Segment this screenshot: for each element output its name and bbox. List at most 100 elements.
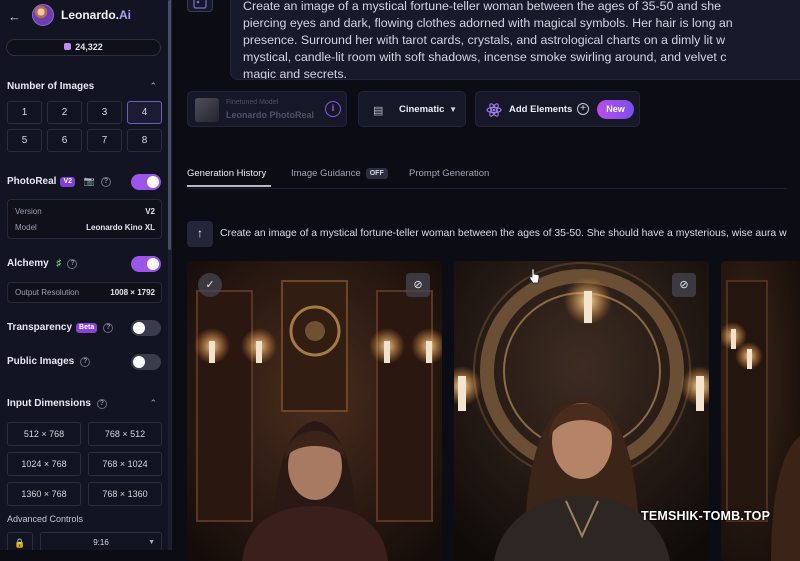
num-images-option[interactable]: 1 — [7, 101, 42, 124]
photoreal-row: PhotoReal V2 📷? — [7, 176, 112, 187]
generated-image-art — [187, 261, 442, 561]
model-name: Leonardo PhotoReal — [226, 110, 315, 120]
photoreal-toggle[interactable] — [131, 174, 161, 190]
chevron-up-icon[interactable]: ⌃ — [149, 81, 157, 92]
num-images-option[interactable]: 2 — [47, 101, 82, 124]
plus-circle-icon: + — [577, 103, 589, 115]
tab-image-guidance-label: Image Guidance — [291, 168, 361, 179]
aspect-ratio-value: 9:16 — [93, 538, 109, 547]
toggle-knob — [147, 258, 159, 270]
public-images-row: Public Images? — [7, 356, 91, 367]
image-prompt-button[interactable] — [187, 0, 213, 12]
help-icon[interactable]: ? — [80, 357, 91, 367]
dimension-option[interactable]: 512 × 768 — [7, 422, 81, 446]
camera-icon: 📷 — [83, 176, 96, 186]
model-thumbnail — [195, 98, 219, 122]
app-name-accent: Ai — [119, 8, 132, 22]
check-icon: ✓ — [205, 279, 215, 291]
transparency-toggle[interactable] — [131, 320, 161, 336]
app-logo[interactable]: Leonardo.Ai — [61, 8, 131, 22]
dimension-option[interactable]: 768 × 1024 — [88, 452, 162, 476]
image-guidance-off-badge: OFF — [365, 168, 388, 179]
model-caption: Finetuned Model — [226, 99, 279, 106]
photoreal-version-row: Version V2 — [8, 203, 161, 219]
toggle-knob — [133, 356, 145, 368]
advanced-controls-title: Advanced Controls — [7, 514, 84, 524]
num-images-option[interactable]: 3 — [87, 101, 122, 124]
aspect-lock-button[interactable]: 🔒 — [7, 532, 33, 550]
style-value: Cinematic — [399, 104, 445, 115]
token-balance[interactable]: 24,322 — [6, 39, 161, 56]
lock-icon: 🔒 — [14, 538, 26, 548]
image-icon — [193, 0, 207, 9]
number-of-images-title: Number of Images — [7, 81, 95, 92]
prompt-line: Create an image of a mystical fortune-te… — [243, 0, 722, 13]
generation-entry-header: ↑ Create an image of a mystical fortune-… — [187, 221, 800, 249]
sidebar-scrollbar[interactable] — [168, 0, 171, 550]
version-value: V2 — [145, 207, 155, 216]
generation-prompt-text[interactable]: Create an image of a mystical fortune-te… — [220, 228, 787, 239]
tab-image-guidance[interactable]: Image Guidance OFF — [291, 168, 388, 179]
dimension-option[interactable]: 1360 × 768 — [7, 482, 81, 506]
add-elements-label: Add Elements — [509, 104, 573, 115]
reuse-prompt-button[interactable]: ↑ — [187, 221, 213, 247]
model-value: Leonardo Kino XL — [86, 223, 155, 232]
help-icon[interactable]: ? — [103, 323, 114, 333]
output-resolution: Output Resolution 1008 × 1792 — [7, 282, 162, 303]
alchemy-toggle[interactable] — [131, 256, 161, 272]
style-dropdown[interactable]: ▤ Cinematic ▼ — [358, 91, 466, 127]
alchemy-row: Alchemy ♯? — [7, 258, 78, 269]
main-area: Create an image of a mystical fortune-te… — [173, 0, 800, 561]
eye-off-icon: ⊘ — [413, 279, 423, 291]
number-of-images-grid: 1 2 3 4 5 6 7 8 — [7, 101, 163, 152]
prompt-input[interactable]: Create an image of a mystical fortune-te… — [230, 0, 800, 80]
tab-generation-history[interactable]: Generation History — [187, 168, 266, 179]
finetuned-model-selector[interactable]: Finetuned Model Leonardo PhotoReal i — [187, 91, 347, 127]
num-images-option-selected[interactable]: 4 — [127, 101, 162, 124]
dimension-option[interactable]: 768 × 512 — [88, 422, 162, 446]
num-images-option[interactable]: 6 — [47, 129, 82, 152]
generated-image[interactable]: ✓ ⊘ — [187, 261, 442, 561]
num-images-option[interactable]: 7 — [87, 129, 122, 152]
generation-tabs: Generation History Image Guidance OFF Pro… — [187, 164, 787, 189]
dimension-option[interactable]: 768 × 1360 — [88, 482, 162, 506]
eye-off-icon: ⊘ — [679, 279, 689, 291]
transparency-label: Transparency — [7, 322, 73, 333]
prompt-line: mystical, candle-lit room with soft shad… — [243, 50, 727, 64]
model-info-icon[interactable]: i — [325, 101, 341, 117]
tab-prompt-generation[interactable]: Prompt Generation — [409, 168, 489, 179]
beta-badge: Beta — [76, 323, 98, 333]
num-images-option[interactable]: 8 — [127, 129, 162, 152]
photoreal-version-badge: V2 — [60, 177, 76, 187]
help-icon[interactable]: ? — [101, 177, 112, 187]
aspect-ratio-select[interactable]: 9:16 ▼ — [40, 532, 162, 550]
mouse-hand-cursor-icon — [529, 268, 540, 284]
help-icon[interactable]: ? — [96, 399, 107, 409]
atom-icon — [486, 103, 502, 117]
output-resolution-value: 1008 × 1792 — [110, 288, 155, 297]
photoreal-settings[interactable]: Version V2 Model Leonardo Kino XL — [7, 199, 162, 239]
sidebar: ← Leonardo.Ai 24,322 Number of Images ⌃ … — [0, 0, 172, 550]
transparency-row: Transparency Beta? — [7, 322, 114, 333]
token-icon — [64, 43, 72, 50]
app-name: Leonardo. — [61, 8, 120, 22]
output-resolution-row: Output Resolution 1008 × 1792 — [8, 284, 161, 300]
public-images-toggle[interactable] — [131, 354, 161, 370]
active-tab-indicator — [187, 185, 271, 187]
hide-image-button[interactable]: ⊘ — [672, 273, 696, 297]
input-dimensions-title: Input Dimensions — [7, 398, 91, 409]
back-arrow-icon[interactable]: ← — [8, 9, 21, 24]
dimension-option[interactable]: 1024 × 768 — [7, 452, 81, 476]
model-label: Model — [15, 223, 37, 232]
chevron-up-icon[interactable]: ⌃ — [149, 398, 157, 409]
select-image-button[interactable]: ✓ — [198, 273, 222, 297]
add-elements-button[interactable]: Add Elements + New — [475, 91, 640, 127]
input-dimensions-grid: 512 × 768 768 × 512 1024 × 768 768 × 102… — [7, 422, 162, 506]
photoreal-label: PhotoReal — [7, 176, 57, 187]
sidebar-scrollbar-thumb[interactable] — [168, 0, 171, 250]
help-icon[interactable]: ? — [67, 259, 78, 269]
prompt-line: presence. Surround her with tarot cards,… — [243, 33, 726, 47]
caret-down-icon: ▼ — [148, 539, 155, 546]
hide-image-button[interactable]: ⊘ — [406, 273, 430, 297]
num-images-option[interactable]: 5 — [7, 129, 42, 152]
